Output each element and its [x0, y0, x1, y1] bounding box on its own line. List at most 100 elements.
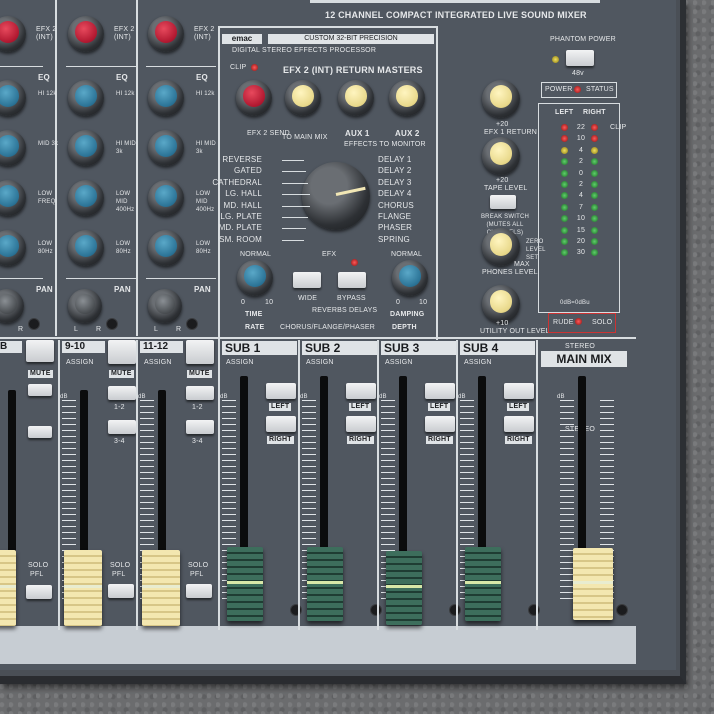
break-switch-button[interactable]	[490, 195, 516, 209]
sub-fader-cap[interactable]	[227, 546, 263, 621]
time-rate-knob[interactable]	[237, 260, 273, 296]
main-fader-cap[interactable]	[573, 547, 613, 620]
bypass-led	[351, 259, 358, 266]
efx-to-main-knob[interactable]	[285, 80, 321, 116]
eq-knob[interactable]	[68, 130, 104, 166]
solo-button[interactable]	[108, 584, 134, 598]
damping-depth-knob[interactable]	[392, 260, 428, 296]
preset-left-item: CATHEDRAL	[212, 177, 262, 187]
preset-right-item: DELAY 4	[378, 189, 412, 199]
eq-knob[interactable]	[0, 80, 26, 116]
efx-aux1-knob[interactable]	[338, 80, 374, 116]
depth-label: DEPTH	[392, 324, 417, 331]
solo-button-left[interactable]	[26, 585, 52, 599]
utility-out-knob[interactable]	[482, 285, 520, 323]
depth-ten: 10	[419, 299, 428, 306]
eq-knob[interactable]	[68, 180, 104, 216]
meter-scale-value: 2	[578, 158, 584, 166]
eq-rule	[66, 66, 136, 67]
stereo-label: STEREO	[565, 343, 595, 350]
eq-knob[interactable]	[0, 130, 26, 166]
preset-left-item: MD. PLATE	[218, 223, 262, 233]
panel-screw	[106, 318, 118, 330]
efx-channel-label: EFX 2 (INT)	[114, 26, 135, 41]
strip-toggle-button[interactable]	[108, 340, 136, 364]
assign12-button-left[interactable]	[28, 384, 52, 396]
plus20-label-b: +20	[496, 177, 509, 184]
eq-knob[interactable]	[0, 230, 26, 266]
efx2-knob[interactable]	[68, 16, 104, 52]
eq-knob[interactable]	[0, 180, 26, 216]
assign34-button[interactable]	[108, 420, 136, 434]
sub-right-label: RIGHT	[426, 436, 453, 444]
time-label: TIME	[245, 311, 263, 318]
fader-cap-left[interactable]	[0, 550, 16, 626]
tape-level-knob[interactable]	[482, 137, 520, 175]
pan-knob[interactable]	[148, 289, 182, 323]
meter-scale-value: 15	[576, 226, 586, 234]
sub-right-button[interactable]	[504, 416, 534, 432]
sub-fader-cap[interactable]	[465, 546, 501, 621]
main-divider	[536, 340, 538, 630]
solo-button[interactable]	[186, 584, 212, 598]
sub-fader-cap[interactable]	[307, 546, 343, 621]
eq-knob[interactable]	[68, 80, 104, 116]
meter-led-right	[591, 226, 598, 234]
efx-aux2-knob[interactable]	[389, 80, 425, 116]
pan-knob[interactable]	[0, 289, 24, 323]
efx2-knob[interactable]	[0, 16, 26, 52]
sub-right-label: RIGHT	[347, 436, 374, 444]
assign12-label: 1-2	[114, 404, 125, 411]
assign34-button-left[interactable]	[28, 426, 52, 438]
phantom-power-button[interactable]	[566, 50, 594, 66]
pan-label: PAN	[36, 285, 53, 294]
mute-button-left[interactable]	[26, 340, 54, 362]
efx1-return-knob[interactable]	[482, 80, 520, 118]
pfl-label: PFL	[190, 571, 204, 578]
sub-left-button[interactable]	[346, 383, 376, 399]
preset-left-line	[282, 182, 308, 184]
efx-preset-selector-knob[interactable]	[302, 162, 370, 230]
sub-right-button[interactable]	[346, 416, 376, 432]
solo-label: SOLO	[188, 562, 209, 569]
meter-scale-value: 4	[578, 146, 584, 154]
bypass-button[interactable]	[338, 272, 366, 288]
panel-screw	[370, 604, 382, 616]
pfl-label: PFL	[112, 571, 126, 578]
efx2-knob[interactable]	[148, 16, 184, 52]
mute-label-left: MUTE	[28, 370, 53, 378]
wide-button[interactable]	[293, 272, 321, 288]
sub-fader-cap[interactable]	[386, 551, 422, 625]
solo-label: SOLO	[592, 319, 613, 326]
pan-l-label: L	[74, 326, 79, 333]
sub-right-button[interactable]	[266, 416, 296, 432]
tape-level-label: TAPE LEVEL	[484, 185, 528, 192]
sub-right-button[interactable]	[425, 416, 455, 432]
pan-rule	[66, 278, 136, 279]
strip-toggle-button[interactable]	[186, 340, 214, 364]
meter-scale-value: 20	[576, 238, 586, 245]
preset-left-line	[282, 239, 304, 241]
sub-left-button[interactable]	[266, 383, 296, 399]
plus10-label: +10	[496, 320, 509, 327]
assign-label: ASSIGN	[144, 359, 172, 366]
eq-knob[interactable]	[68, 230, 104, 266]
assign12-button[interactable]	[186, 386, 214, 400]
eq-knob[interactable]	[148, 130, 184, 166]
sub-left-button[interactable]	[504, 383, 534, 399]
preset-left-line	[282, 228, 306, 230]
channel-fader-cap[interactable]	[64, 550, 102, 626]
pan-knob[interactable]	[68, 289, 102, 323]
channel-fader-cap[interactable]	[142, 550, 180, 626]
eq-knob[interactable]	[148, 230, 184, 266]
eq-knob[interactable]	[148, 180, 184, 216]
preset-right-item: PHASER	[378, 223, 413, 233]
time-zero: 0	[241, 299, 246, 306]
sub-left-button[interactable]	[425, 383, 455, 399]
strip-divider	[377, 340, 379, 630]
efx2-send-knob[interactable]	[236, 80, 272, 116]
eq-knob[interactable]	[148, 80, 184, 116]
assign34-button[interactable]	[186, 420, 214, 434]
assign12-button[interactable]	[108, 386, 136, 400]
sub-header: SUB 3	[381, 341, 456, 355]
